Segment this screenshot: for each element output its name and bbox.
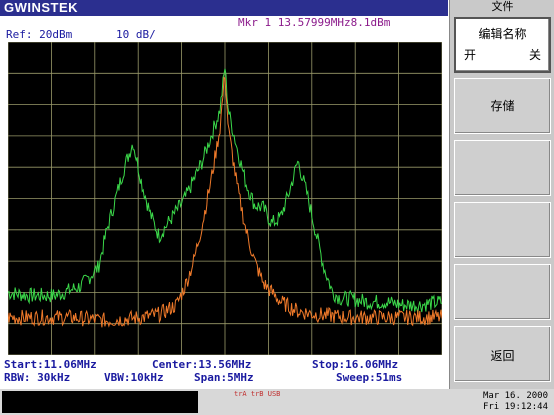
- vbw-value: VBW:10kHz: [104, 371, 164, 384]
- marker-readout: Mkr 1 13.57999MHz8.1dBm: [238, 16, 391, 29]
- span-value: Span:5MHz: [194, 371, 254, 384]
- softkey-return[interactable]: 返回: [454, 326, 551, 382]
- ref-level: Ref: 20dBm: [6, 28, 73, 41]
- spectrum-display: [8, 42, 442, 355]
- usb-icon: USB: [267, 390, 281, 398]
- message-area: [2, 391, 198, 413]
- trigger-b-icon: trB: [250, 390, 264, 398]
- softkey-label: 存储: [490, 99, 515, 113]
- sweep-value: Sweep:51ms: [336, 371, 403, 384]
- soft-menu: 文件 编辑名称 开 关 存储 返回: [449, 0, 554, 389]
- time-text: Fri 19:12:44: [482, 402, 548, 412]
- date-text: Mar 16. 2000: [482, 391, 548, 401]
- softkey-save[interactable]: 存储: [454, 78, 551, 134]
- softkey-3[interactable]: [454, 140, 551, 196]
- softkey-5[interactable]: [454, 264, 551, 320]
- softkey-label: [455, 265, 550, 271]
- menu-title: 文件: [491, 0, 514, 13]
- softkey-4[interactable]: [454, 202, 551, 258]
- softkey-edit-name[interactable]: 编辑名称 开 关: [454, 17, 551, 73]
- title-bar: GWINSTEK: [0, 0, 448, 16]
- scale-div: 10 dB/: [116, 28, 156, 41]
- status-icons: trA trB USB: [234, 391, 280, 398]
- start-freq: Start:11.06MHz: [4, 358, 97, 371]
- softkey-label: 返回: [490, 349, 515, 363]
- trigger-a-icon: trA: [234, 390, 247, 398]
- rbw-value: RBW: 30kHz: [4, 371, 71, 384]
- option-off: 关: [528, 48, 541, 62]
- brand-logo: GWINSTEK: [4, 0, 79, 15]
- datetime: Mar 16. 2000 Fri 19:12:44: [483, 391, 548, 413]
- softkey-label: [455, 203, 550, 209]
- spectrum-plot: [8, 42, 442, 355]
- option-on: 开: [464, 48, 477, 62]
- center-freq: Center:13.56MHz: [152, 358, 252, 371]
- softkey-label: 编辑名称: [478, 27, 527, 41]
- stop-freq: Stop:16.06MHz: [312, 358, 399, 371]
- softkey-label: [455, 141, 550, 147]
